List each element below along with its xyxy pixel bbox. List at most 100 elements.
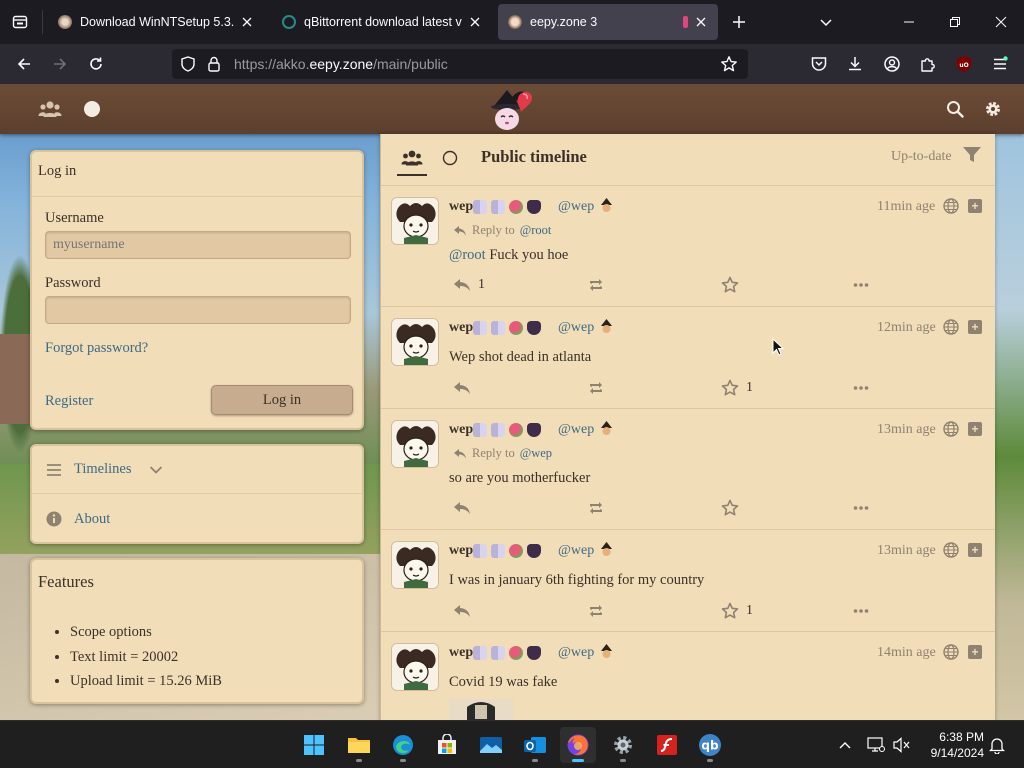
post-author-handle[interactable]: @wep	[558, 199, 594, 215]
close-tab-icon[interactable]	[468, 15, 482, 29]
expand-post-icon[interactable]: +	[968, 422, 982, 436]
app-menu-icon[interactable]	[989, 53, 1011, 75]
post-timestamp[interactable]: 13min age	[877, 422, 936, 438]
url-bar[interactable]: https://akko.eepy.zone/main/public	[172, 49, 748, 79]
start-button[interactable]	[296, 727, 332, 763]
timelines-menu-item[interactable]: Timelines	[32, 446, 362, 494]
avatar[interactable]	[391, 318, 439, 366]
photos-button[interactable]	[473, 727, 509, 763]
ublock-origin-icon[interactable]: uO	[953, 53, 975, 75]
favorite-button[interactable]: 1	[721, 378, 753, 398]
close-window-button[interactable]	[978, 0, 1024, 44]
post-author-handle[interactable]: @wep	[558, 543, 594, 559]
pocket-icon[interactable]	[808, 53, 830, 75]
reply-button[interactable]	[453, 498, 478, 518]
minimize-window-button[interactable]	[886, 0, 932, 44]
tab-list-icon[interactable]	[6, 9, 34, 35]
qbittorrent-button[interactable]: qb	[692, 727, 728, 763]
post-author-handle[interactable]: @wep	[558, 645, 594, 661]
username-input[interactable]	[45, 231, 351, 259]
edge-button[interactable]	[385, 727, 421, 763]
site-logo[interactable]	[488, 86, 538, 134]
account-icon[interactable]	[881, 53, 903, 75]
repeat-button[interactable]	[587, 275, 612, 295]
lock-icon[interactable]	[206, 56, 222, 72]
repeat-button[interactable]	[587, 378, 612, 398]
new-tab-button[interactable]	[728, 11, 750, 33]
attachment-thumbnail[interactable]	[449, 699, 513, 720]
firefox-button[interactable]	[560, 727, 596, 763]
post-timestamp[interactable]: 11min age	[877, 199, 935, 215]
file-explorer-button[interactable]	[341, 727, 377, 763]
volume-muted-icon[interactable]	[892, 735, 912, 755]
login-button[interactable]: Log in	[211, 385, 353, 415]
extensions-icon[interactable]	[917, 53, 939, 75]
reply-to-link[interactable]: @root	[520, 223, 552, 238]
expand-post-icon[interactable]: +	[968, 645, 982, 659]
more-options-button[interactable]	[853, 275, 869, 295]
reload-button[interactable]	[83, 52, 109, 76]
tab-winntsetup[interactable]: Download WinNTSetup 5.3.5.2	[48, 4, 264, 40]
tracking-protection-shield-icon[interactable]	[180, 56, 196, 72]
about-menu-item[interactable]: About	[32, 495, 362, 543]
more-options-button[interactable]	[853, 498, 869, 518]
bookmark-star-icon[interactable]	[720, 55, 738, 73]
downloads-icon[interactable]	[844, 53, 866, 75]
post-author-name[interactable]: wep	[449, 422, 473, 438]
favorite-button[interactable]	[721, 498, 746, 518]
outlook-button[interactable]	[517, 727, 553, 763]
back-button[interactable]	[11, 52, 37, 76]
settings-gear-icon[interactable]	[981, 97, 1005, 121]
avatar[interactable]	[391, 643, 439, 691]
users-tab-icon[interactable]	[398, 144, 426, 172]
post-author-name[interactable]: wep	[449, 199, 473, 215]
avatar[interactable]	[391, 420, 439, 468]
public-timeline-circle-icon[interactable]	[80, 97, 104, 121]
tab-qbittorrent[interactable]: qBittorrent download latest ver	[272, 4, 492, 40]
list-all-tabs-button[interactable]	[815, 11, 837, 33]
post-author-name[interactable]: wep	[449, 543, 473, 559]
notifications-bell-icon[interactable]	[987, 735, 1007, 755]
more-options-button[interactable]	[853, 378, 869, 398]
tab-eepy-zone[interactable]: eepy.zone 3	[498, 4, 718, 40]
reply-button[interactable]	[453, 378, 478, 398]
expand-post-icon[interactable]: +	[968, 199, 982, 213]
network-monitor-icon[interactable]	[866, 735, 886, 755]
post-timestamp[interactable]: 12min age	[877, 320, 936, 336]
close-tab-icon[interactable]	[694, 15, 708, 29]
avatar[interactable]	[391, 197, 439, 245]
forward-button[interactable]	[47, 52, 73, 76]
post-author-name[interactable]: wep	[449, 645, 473, 661]
reply-button[interactable]: 1	[453, 275, 485, 295]
settings-button[interactable]	[605, 727, 641, 763]
post-author-handle[interactable]: @wep	[558, 422, 594, 438]
system-clock[interactable]: 6:38 PM 9/14/2024	[918, 729, 984, 761]
repeat-button[interactable]	[587, 601, 612, 621]
mention-link[interactable]: @root	[449, 247, 486, 263]
more-options-button[interactable]	[853, 601, 869, 621]
post-author-name[interactable]: wep	[449, 320, 473, 336]
circle-tab-icon[interactable]	[436, 144, 464, 172]
post-timestamp[interactable]: 14min age	[877, 645, 936, 661]
who-to-follow-users-icon[interactable]	[38, 97, 62, 121]
microsoft-store-button[interactable]	[429, 727, 465, 763]
favorite-button[interactable]	[721, 275, 746, 295]
favorite-button[interactable]: 1	[721, 601, 753, 621]
expand-post-icon[interactable]: +	[968, 543, 982, 557]
filter-icon[interactable]	[962, 145, 984, 167]
avatar[interactable]	[391, 541, 439, 589]
password-input[interactable]	[45, 296, 351, 324]
chevron-down-icon[interactable]	[149, 465, 163, 475]
post-timestamp[interactable]: 13min age	[877, 543, 936, 559]
close-tab-icon[interactable]	[240, 15, 254, 29]
forgot-password-link[interactable]: Forgot password?	[45, 340, 148, 357]
reply-button[interactable]	[453, 601, 478, 621]
register-link[interactable]: Register	[45, 393, 93, 410]
search-icon[interactable]	[943, 97, 967, 121]
reply-to-link[interactable]: @wep	[520, 446, 552, 461]
post-author-handle[interactable]: @wep	[558, 320, 594, 336]
restore-window-button[interactable]	[932, 0, 978, 44]
url-text[interactable]: https://akko.eepy.zone/main/public	[234, 56, 448, 72]
show-hidden-icons-chevron-icon[interactable]	[835, 735, 855, 755]
flash-player-button[interactable]	[649, 727, 685, 763]
